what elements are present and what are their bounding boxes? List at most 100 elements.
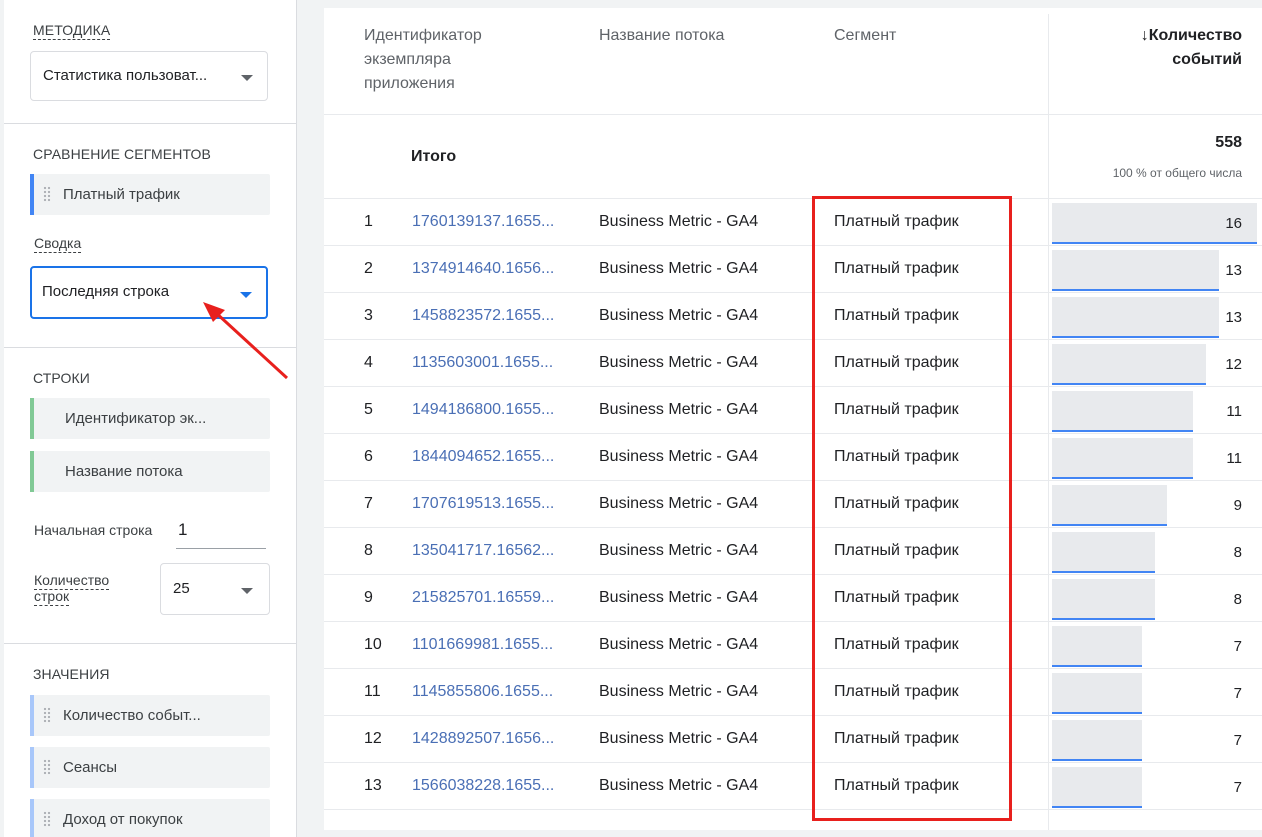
row-dimension-chip[interactable]: Название потока bbox=[30, 451, 270, 492]
app-instance-id-link[interactable]: 1374914640.1656... bbox=[412, 260, 554, 278]
total-value: 558 bbox=[1215, 134, 1242, 151]
chip-color-bar bbox=[30, 174, 34, 215]
grip-icon[interactable] bbox=[43, 707, 51, 723]
row-divider bbox=[324, 433, 1262, 434]
grip-icon[interactable] bbox=[43, 811, 51, 827]
app-instance-id-link[interactable]: 1494186800.1655... bbox=[412, 401, 554, 419]
value-bar bbox=[1052, 438, 1193, 479]
value-bar bbox=[1052, 720, 1142, 761]
row-number: 11 bbox=[364, 683, 381, 700]
value-bar bbox=[1052, 297, 1219, 338]
row-number: 10 bbox=[364, 636, 382, 653]
header-app-instance-id[interactable]: Идентификатор экземпляра приложения bbox=[364, 24, 482, 96]
app-instance-id-link[interactable]: 1135603001.1655... bbox=[412, 354, 553, 372]
segment-cell: Платный трафик bbox=[834, 636, 959, 653]
row-divider bbox=[324, 715, 1262, 716]
segment-cell: Платный трафик bbox=[834, 589, 959, 606]
header-line: событий bbox=[1172, 51, 1242, 68]
value-bar bbox=[1052, 767, 1142, 808]
arrow-shaft bbox=[213, 310, 289, 380]
row-divider bbox=[324, 527, 1262, 528]
total-share: 100 % от общего числа bbox=[1112, 166, 1242, 180]
app-instance-id-link[interactable]: 1566038228.1655... bbox=[412, 777, 554, 795]
segment-chip-paid-traffic[interactable]: Платный трафик bbox=[30, 174, 270, 215]
value-bar bbox=[1052, 532, 1155, 573]
app-instance-id-link[interactable]: 1760139137.1655... bbox=[412, 213, 554, 231]
row-divider bbox=[324, 114, 1262, 115]
header-event-count[interactable]: ↓Количество событий bbox=[1141, 24, 1242, 72]
event-count-value: 8 bbox=[1233, 544, 1242, 561]
total-label: Итого bbox=[411, 148, 457, 165]
grip-icon[interactable] bbox=[43, 186, 51, 202]
app-instance-id-link[interactable]: 1428892507.1656... bbox=[412, 730, 554, 748]
value-bar-line bbox=[1052, 430, 1193, 432]
value-bar-line bbox=[1052, 289, 1219, 291]
summary-label: Сводка bbox=[34, 235, 82, 253]
divider bbox=[4, 643, 296, 644]
row-number: 13 bbox=[364, 777, 382, 794]
value-bar-line bbox=[1052, 242, 1257, 244]
value-bar-line bbox=[1052, 806, 1142, 808]
row-number: 4 bbox=[364, 354, 373, 371]
app-instance-id-link[interactable]: 1707619513.1655... bbox=[412, 495, 554, 513]
stream-name-cell: Business Metric - GA4 bbox=[599, 213, 759, 230]
header-line: экземпляра bbox=[364, 51, 451, 68]
dropdown-caret-icon bbox=[241, 75, 253, 81]
row-divider bbox=[324, 621, 1262, 622]
app-instance-id-link[interactable]: 1844094652.1655... bbox=[412, 448, 554, 466]
app-instance-id-link[interactable]: 1101669981.1655... bbox=[412, 636, 553, 654]
event-count-value: 7 bbox=[1233, 638, 1242, 655]
value-bar bbox=[1052, 673, 1142, 714]
row-number: 2 bbox=[364, 260, 373, 277]
metric-chip[interactable]: Сеансы bbox=[30, 747, 270, 788]
row-number: 8 bbox=[364, 542, 373, 559]
row-count-label-line2: строк bbox=[34, 588, 70, 606]
segment-cell: Платный трафик bbox=[834, 730, 959, 747]
grip-icon[interactable] bbox=[43, 759, 51, 775]
segment-cell: Платный трафик bbox=[834, 448, 959, 465]
row-count-select[interactable]: 25 bbox=[160, 563, 270, 615]
row-number: 7 bbox=[364, 495, 373, 512]
app-instance-id-link[interactable]: 1145855806.1655... bbox=[412, 683, 553, 701]
value-bar bbox=[1052, 626, 1142, 667]
value-bar-line bbox=[1052, 712, 1142, 714]
row-number: 9 bbox=[364, 589, 373, 606]
start-row-input[interactable]: 1 bbox=[176, 518, 266, 549]
segment-cell: Платный трафик bbox=[834, 542, 959, 559]
segment-cell: Платный трафик bbox=[834, 401, 959, 418]
metric-chip-label: Количество событ... bbox=[63, 707, 201, 724]
settings-panel: МЕТОДИКА Статистика пользоват... СРАВНЕН… bbox=[4, 0, 297, 837]
start-row-label: Начальная строка bbox=[34, 522, 153, 538]
annotation-arrow-icon bbox=[203, 302, 289, 380]
value-bar-line bbox=[1052, 336, 1219, 338]
header-line: ↓Количество bbox=[1140, 27, 1242, 44]
event-count-value: 11 bbox=[1226, 403, 1242, 420]
header-segment[interactable]: Сегмент bbox=[834, 24, 896, 48]
row-number: 5 bbox=[364, 401, 373, 418]
technique-select[interactable]: Статистика пользоват... bbox=[30, 51, 268, 101]
metric-chip[interactable]: Количество событ... bbox=[30, 695, 270, 736]
chip-color-bar bbox=[30, 451, 34, 492]
dropdown-caret-icon bbox=[241, 588, 253, 594]
header-line: приложения bbox=[364, 75, 455, 92]
row-dimension-chip[interactable]: Идентификатор эк... bbox=[30, 398, 270, 439]
metric-chip[interactable]: Доход от покупок bbox=[30, 799, 270, 837]
value-bar-line bbox=[1052, 759, 1142, 761]
stream-name-cell: Business Metric - GA4 bbox=[599, 777, 759, 794]
row-count-value: 25 bbox=[173, 580, 190, 597]
segment-cell: Платный трафик bbox=[834, 354, 959, 371]
rows-title: СТРОКИ bbox=[33, 370, 90, 386]
stream-name-cell: Business Metric - GA4 bbox=[599, 448, 759, 465]
app-instance-id-link[interactable]: 135041717.16562... bbox=[412, 542, 554, 560]
event-count-value: 7 bbox=[1233, 732, 1242, 749]
divider bbox=[4, 123, 296, 124]
row-number: 12 bbox=[364, 730, 382, 747]
value-bar bbox=[1052, 485, 1167, 526]
app-instance-id-link[interactable]: 1458823572.1655... bbox=[412, 307, 554, 325]
segment-cell: Платный трафик bbox=[834, 307, 959, 324]
dropdown-caret-icon bbox=[240, 292, 252, 298]
summary-select-value: Последняя строка bbox=[42, 283, 170, 300]
event-count-value: 7 bbox=[1233, 685, 1242, 702]
header-stream-name[interactable]: Название потока bbox=[599, 24, 724, 48]
app-instance-id-link[interactable]: 215825701.16559... bbox=[412, 589, 554, 607]
